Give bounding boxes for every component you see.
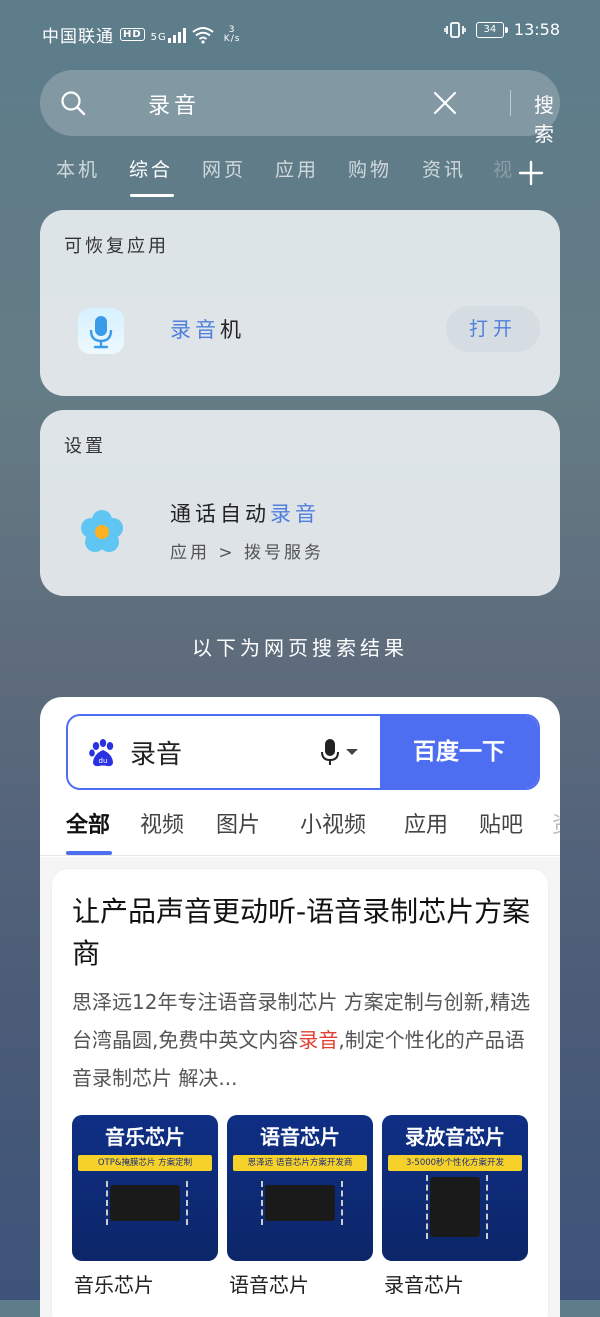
baidu-tab-more[interactable]: 资	[552, 807, 560, 839]
baidu-search-input[interactable]: 录音	[130, 734, 182, 771]
card-title: 设置	[64, 436, 106, 457]
search-bar[interactable]: 录音 搜索	[40, 70, 560, 146]
status-right: 34 13:58	[444, 20, 560, 39]
hd-badge: HD	[120, 28, 145, 41]
recorder-app-icon[interactable]	[78, 308, 124, 354]
baidu-search-box[interactable]: du 录音 百度一下	[66, 714, 540, 790]
tab-video[interactable]: 视	[493, 155, 515, 182]
divider	[40, 855, 560, 856]
card-title: 可恢复应用	[64, 236, 169, 257]
search-input[interactable]: 录音	[148, 88, 200, 120]
app-name[interactable]: 录音机	[170, 314, 245, 344]
carrier-name: 中国联通	[42, 27, 114, 47]
app-name-rest: 机	[220, 318, 245, 342]
settings-item-title[interactable]: 通话自动录音	[170, 498, 320, 528]
microphone-icon[interactable]	[320, 738, 360, 766]
plus-icon[interactable]	[516, 158, 546, 188]
svg-text:du: du	[99, 757, 108, 765]
settings-item-highlight: 录音	[270, 502, 320, 526]
baidu-tab-apps[interactable]: 应用	[404, 807, 448, 839]
thumbnail-title: 语音芯片	[260, 1125, 340, 1149]
settings-card: 设置 通话自动录音 应用 > 拨号服务	[40, 410, 560, 596]
signal-icon: 5G	[151, 27, 186, 43]
baidu-tab-images[interactable]: 图片	[216, 807, 260, 839]
baidu-tab-tieba[interactable]: 贴吧	[479, 807, 523, 839]
thumbnail-subtitle: OTP&掩膜芯片 方案定制	[78, 1155, 212, 1171]
web-results-label: 以下为网页搜索结果	[192, 636, 408, 660]
settings-item-path: 应用 > 拨号服务	[170, 543, 325, 563]
search-divider	[510, 90, 511, 116]
vibrate-icon	[444, 21, 466, 38]
thumbnail-label[interactable]: 语音芯片	[229, 1269, 309, 1298]
search-icon	[61, 91, 86, 116]
chip-image	[430, 1177, 480, 1237]
settings-flower-icon[interactable]	[76, 506, 128, 558]
search-result-card[interactable]: 让产品声音更动听-语音录制芯片方案商 思泽远12年专注语音录制芯片 方案定制与创…	[52, 869, 548, 1317]
app-name-highlight: 录音	[170, 318, 220, 342]
chip-image	[110, 1185, 180, 1221]
microphone-icon	[89, 316, 113, 349]
search-button[interactable]: 搜索	[534, 89, 560, 147]
tab-apps[interactable]: 应用	[275, 155, 319, 182]
battery-icon: 34	[475, 21, 508, 38]
baidu-search-button[interactable]: 百度一下	[380, 716, 538, 788]
tab-shopping[interactable]: 购物	[348, 155, 392, 182]
status-left: 中国联通 HD 5G 3 K/s	[42, 22, 240, 47]
status-bar: 中国联通 HD 5G 3 K/s 34 13:58	[0, 0, 600, 60]
tab-all[interactable]: 综合	[129, 155, 173, 182]
thumbnail-title: 录放音芯片	[405, 1125, 505, 1149]
result-thumbnail[interactable]: 录放音芯片 3-5000秒个性化方案开发	[382, 1115, 528, 1261]
tab-news[interactable]: 资讯	[422, 155, 466, 182]
clock: 13:58	[513, 20, 560, 39]
active-tab-indicator	[130, 194, 174, 197]
thumbnail-label[interactable]: 录音芯片	[384, 1269, 464, 1298]
baidu-tab-short-video[interactable]: 小视频	[300, 807, 366, 839]
thumbnail-title: 音乐芯片	[105, 1125, 185, 1149]
recoverable-apps-card: 可恢复应用 录音机 打开	[40, 210, 560, 396]
network-speed: 3 K/s	[223, 24, 241, 44]
open-button[interactable]: 打开	[446, 306, 540, 352]
thumbnail-subtitle: 3-5000秒个性化方案开发	[388, 1155, 522, 1171]
result-description: 思泽远12年专注语音录制芯片 方案定制与创新,精选台湾晶圆,免费中英文内容录音,…	[72, 990, 531, 1090]
category-tabs: 本机 综合 网页 应用 购物 资讯 视	[56, 155, 556, 205]
result-thumbnail[interactable]: 语音芯片 思泽远 语音芯片方案开发商	[227, 1115, 373, 1261]
clear-icon[interactable]	[432, 90, 458, 116]
result-title[interactable]: 让产品声音更动听-语音录制芯片方案商	[72, 891, 532, 975]
baidu-tab-all[interactable]: 全部	[66, 807, 110, 839]
baidu-tab-video[interactable]: 视频	[140, 807, 184, 839]
result-highlight: 录音	[298, 1028, 339, 1052]
baidu-paw-icon: du	[89, 739, 114, 767]
tab-web[interactable]: 网页	[202, 155, 246, 182]
thumbnail-label[interactable]: 音乐芯片	[74, 1269, 154, 1298]
wifi-icon	[192, 26, 214, 44]
thumbnail-subtitle: 思泽远 语音芯片方案开发商	[233, 1155, 367, 1171]
result-thumbnail[interactable]: 音乐芯片 OTP&掩膜芯片 方案定制	[72, 1115, 218, 1261]
chip-image	[265, 1185, 335, 1221]
settings-item-prefix: 通话自动	[170, 502, 270, 526]
baidu-web-panel: du 录音 百度一下 全部 视频 图片 小视频 应用 贴吧 资 让产品声音更动听…	[40, 697, 560, 1317]
tab-local[interactable]: 本机	[56, 155, 100, 182]
